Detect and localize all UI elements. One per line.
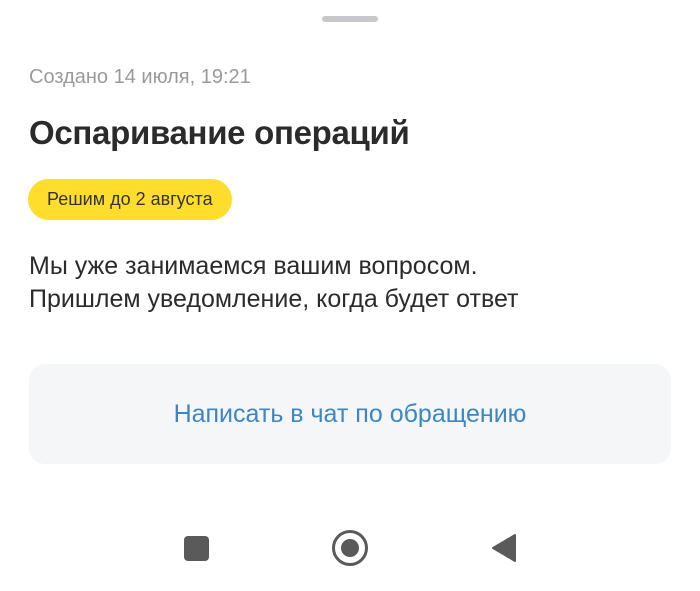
home-button[interactable] [320,505,380,591]
message-line: Пришлем уведомление, когда будет ответ [29,285,519,313]
recent-apps-button[interactable] [166,505,226,591]
created-date: Создано 14 июля, 19:21 [29,66,251,88]
system-navigation-bar [0,505,700,591]
drag-handle[interactable] [322,16,378,22]
back-icon [492,534,516,562]
status-badge: Решим до 2 августа [28,179,232,220]
page-title: Оспаривание операций [29,114,410,151]
message-line: Мы уже занимаемся вашим вопросом. [29,252,478,280]
back-button[interactable] [474,505,534,591]
recent-apps-icon [183,535,209,561]
write-to-chat-button[interactable]: Написать в чат по обращению [29,364,671,464]
chat-button-label: Написать в чат по обращению [173,399,527,428]
bottom-sheet: Создано 14 июля, 19:21 Оспаривание опера… [0,0,700,505]
status-message: Мы уже занимаемся вашим вопросом. Пришле… [29,250,669,316]
home-icon [332,530,368,566]
